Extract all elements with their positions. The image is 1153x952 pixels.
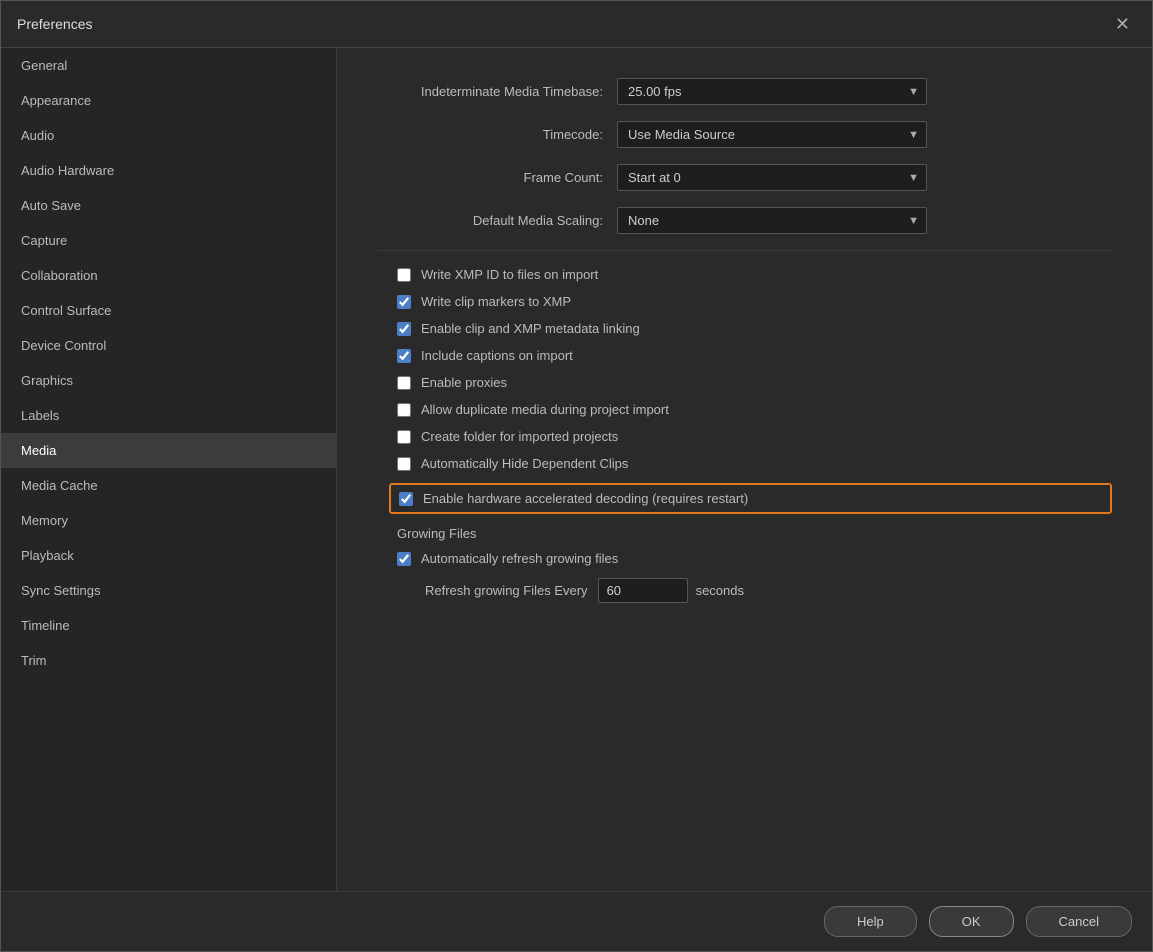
enable-proxies-label: Enable proxies bbox=[421, 375, 507, 390]
sidebar-item-collaboration[interactable]: Collaboration bbox=[1, 258, 336, 293]
auto-refresh-checkbox[interactable] bbox=[397, 552, 411, 566]
create-folder-checkbox[interactable] bbox=[397, 430, 411, 444]
default-scaling-label: Default Media Scaling: bbox=[377, 213, 617, 228]
enable-clip-xmp-checkbox[interactable] bbox=[397, 322, 411, 336]
growing-files-title: Growing Files bbox=[377, 526, 1112, 541]
enable-proxies-checkbox[interactable] bbox=[397, 376, 411, 390]
auto-refresh-row: Automatically refresh growing files bbox=[377, 551, 1112, 566]
include-captions-row: Include captions on import bbox=[377, 348, 1112, 363]
write-clip-markers-label: Write clip markers to XMP bbox=[421, 294, 571, 309]
sidebar-item-audio-hardware[interactable]: Audio Hardware bbox=[1, 153, 336, 188]
hardware-accelerated-row: Enable hardware accelerated decoding (re… bbox=[389, 483, 1112, 514]
indeterminate-select[interactable]: 23.976 fps 24 fps 25.00 fps 29.97 fps 30… bbox=[617, 78, 927, 105]
refresh-interval-label: Refresh growing Files Every bbox=[425, 583, 588, 598]
indeterminate-label: Indeterminate Media Timebase: bbox=[377, 84, 617, 99]
auto-hide-dependent-label: Automatically Hide Dependent Clips bbox=[421, 456, 628, 471]
sidebar-item-timeline[interactable]: Timeline bbox=[1, 608, 336, 643]
write-xmp-id-checkbox[interactable] bbox=[397, 268, 411, 282]
auto-hide-dependent-row: Automatically Hide Dependent Clips bbox=[377, 456, 1112, 471]
title-bar: Preferences ✕ bbox=[1, 1, 1152, 48]
sidebar-item-media-cache[interactable]: Media Cache bbox=[1, 468, 336, 503]
default-scaling-row: Default Media Scaling: None Set to Frame… bbox=[377, 207, 1112, 234]
preferences-dialog: Preferences ✕ General Appearance Audio A… bbox=[0, 0, 1153, 952]
auto-refresh-label: Automatically refresh growing files bbox=[421, 551, 618, 566]
sidebar-item-capture[interactable]: Capture bbox=[1, 223, 336, 258]
default-scaling-select[interactable]: None Set to Frame Size Set to Frame Size… bbox=[617, 207, 927, 234]
frame-count-label: Frame Count: bbox=[377, 170, 617, 185]
enable-proxies-row: Enable proxies bbox=[377, 375, 1112, 390]
frame-count-select[interactable]: Start at 0 Start at 1 bbox=[617, 164, 927, 191]
frame-count-row: Frame Count: Start at 0 Start at 1 ▼ bbox=[377, 164, 1112, 191]
refresh-interval-row: Refresh growing Files Every seconds bbox=[377, 578, 1112, 603]
timecode-row: Timecode: Use Media Source Drop Frame No… bbox=[377, 121, 1112, 148]
refresh-interval-input[interactable] bbox=[598, 578, 688, 603]
sidebar-item-labels[interactable]: Labels bbox=[1, 398, 336, 433]
sidebar-item-playback[interactable]: Playback bbox=[1, 538, 336, 573]
frame-count-select-wrapper: Start at 0 Start at 1 ▼ bbox=[617, 164, 927, 191]
write-xmp-id-row: Write XMP ID to files on import bbox=[377, 267, 1112, 282]
sidebar-item-general[interactable]: General bbox=[1, 48, 336, 83]
enable-hardware-checkbox[interactable] bbox=[399, 492, 413, 506]
sidebar-item-memory[interactable]: Memory bbox=[1, 503, 336, 538]
write-xmp-id-label: Write XMP ID to files on import bbox=[421, 267, 598, 282]
ok-button[interactable]: OK bbox=[929, 906, 1014, 937]
sidebar-item-trim[interactable]: Trim bbox=[1, 643, 336, 678]
create-folder-label: Create folder for imported projects bbox=[421, 429, 618, 444]
allow-duplicate-label: Allow duplicate media during project imp… bbox=[421, 402, 669, 417]
seconds-label: seconds bbox=[696, 583, 744, 598]
divider bbox=[377, 250, 1112, 251]
dialog-body: General Appearance Audio Audio Hardware … bbox=[1, 48, 1152, 891]
write-clip-markers-checkbox[interactable] bbox=[397, 295, 411, 309]
sidebar-item-audio[interactable]: Audio bbox=[1, 118, 336, 153]
content-area: Indeterminate Media Timebase: 23.976 fps… bbox=[337, 48, 1152, 891]
default-scaling-select-wrapper: None Set to Frame Size Set to Frame Size… bbox=[617, 207, 927, 234]
timecode-select-wrapper: Use Media Source Drop Frame Non-Drop Fra… bbox=[617, 121, 927, 148]
include-captions-checkbox[interactable] bbox=[397, 349, 411, 363]
dialog-footer: Help OK Cancel bbox=[1, 891, 1152, 951]
auto-hide-dependent-checkbox[interactable] bbox=[397, 457, 411, 471]
dialog-title: Preferences bbox=[17, 16, 92, 32]
sidebar-item-sync-settings[interactable]: Sync Settings bbox=[1, 573, 336, 608]
sidebar: General Appearance Audio Audio Hardware … bbox=[1, 48, 337, 891]
sidebar-item-appearance[interactable]: Appearance bbox=[1, 83, 336, 118]
sidebar-item-graphics[interactable]: Graphics bbox=[1, 363, 336, 398]
sidebar-item-auto-save[interactable]: Auto Save bbox=[1, 188, 336, 223]
create-folder-row: Create folder for imported projects bbox=[377, 429, 1112, 444]
write-clip-markers-row: Write clip markers to XMP bbox=[377, 294, 1112, 309]
timecode-label: Timecode: bbox=[377, 127, 617, 142]
include-captions-label: Include captions on import bbox=[421, 348, 573, 363]
growing-files-section: Growing Files Automatically refresh grow… bbox=[377, 526, 1112, 603]
allow-duplicate-checkbox[interactable] bbox=[397, 403, 411, 417]
sidebar-item-control-surface[interactable]: Control Surface bbox=[1, 293, 336, 328]
cancel-button[interactable]: Cancel bbox=[1026, 906, 1132, 937]
enable-clip-xmp-label: Enable clip and XMP metadata linking bbox=[421, 321, 640, 336]
indeterminate-select-wrapper: 23.976 fps 24 fps 25.00 fps 29.97 fps 30… bbox=[617, 78, 927, 105]
enable-clip-xmp-row: Enable clip and XMP metadata linking bbox=[377, 321, 1112, 336]
sidebar-item-media[interactable]: Media bbox=[1, 433, 336, 468]
close-button[interactable]: ✕ bbox=[1109, 13, 1136, 35]
indeterminate-timebase-row: Indeterminate Media Timebase: 23.976 fps… bbox=[377, 78, 1112, 105]
timecode-select[interactable]: Use Media Source Drop Frame Non-Drop Fra… bbox=[617, 121, 927, 148]
enable-hardware-label: Enable hardware accelerated decoding (re… bbox=[423, 491, 748, 506]
allow-duplicate-row: Allow duplicate media during project imp… bbox=[377, 402, 1112, 417]
help-button[interactable]: Help bbox=[824, 906, 917, 937]
sidebar-item-device-control[interactable]: Device Control bbox=[1, 328, 336, 363]
